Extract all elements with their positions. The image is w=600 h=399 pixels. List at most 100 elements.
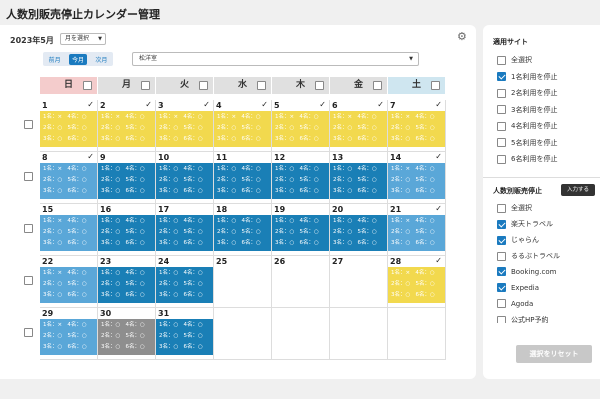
option-item[interactable]: 1名利用を停止 — [497, 72, 557, 82]
day-number: 7 — [390, 101, 396, 110]
day-number: 27 — [332, 257, 344, 266]
option-label: 3名利用を停止 — [511, 105, 558, 114]
checkbox[interactable] — [497, 138, 506, 147]
checkbox[interactable] — [497, 315, 506, 323]
day-cell[interactable]: 11 1名：○ 4名：○ 2名：○ 5名：○ 3名：○ 6名：○ — [214, 152, 272, 204]
occupancy-status: 1名：× 4名：○ 2名：○ 5名：○ 3名：○ 6名：○ — [98, 111, 155, 147]
day-cell[interactable]: 9 1名：○ 4名：○ 2名：○ 5名：○ 3名：○ 6名：○ — [98, 152, 156, 204]
checkbox[interactable] — [497, 154, 506, 164]
option-item[interactable]: 楽天トラベル — [497, 219, 553, 229]
gear-icon[interactable]: ⚙ — [457, 30, 467, 43]
week-row-checkbox[interactable] — [24, 224, 33, 233]
day-cell[interactable]: 15 1名：× 4名：○ 2名：○ 5名：○ 3名：○ 6名：○ — [40, 204, 98, 256]
occupancy-status: 1名：○ 4名：○ 2名：○ 5名：○ 3名：○ 6名：○ — [330, 215, 387, 251]
day-cell[interactable]: 1 ✓ 1名：× 4名：○ 2名：○ 5名：○ 3名：○ 6名：○ — [40, 100, 98, 152]
option-label: 全選択 — [511, 204, 532, 212]
day-cell[interactable]: 21 ✓ 1名：× 4名：○ 2名：○ 5名：○ 3名：○ 6名：○ — [388, 204, 446, 256]
option-item[interactable]: 全選択 — [497, 55, 532, 65]
weekday-checkbox[interactable] — [315, 81, 324, 90]
option-item[interactable]: 全選択 — [497, 203, 532, 213]
day-cell[interactable]: 10 1名：○ 4名：○ 2名：○ 5名：○ 3名：○ 6名：○ — [156, 152, 214, 204]
day-cell[interactable]: 27 — [330, 256, 388, 308]
day-cell[interactable]: 8 ✓ 1名：× 4名：○ 2名：○ 5名：○ 3名：○ 6名：○ — [40, 152, 98, 204]
day-number: 19 — [274, 205, 286, 214]
day-cell[interactable]: 12 1名：○ 4名：○ 2名：○ 5名：○ 3名：○ 6名：○ — [272, 152, 330, 204]
option-item[interactable]: 6名利用を停止 — [497, 154, 557, 164]
weekday-checkbox[interactable] — [257, 81, 266, 90]
option-item[interactable]: 3名利用を停止 — [497, 105, 557, 115]
option-item[interactable]: 4名利用を停止 — [497, 121, 557, 131]
weekday-checkbox[interactable] — [83, 81, 92, 90]
option-label: 5名利用を停止 — [511, 138, 558, 147]
reset-button[interactable]: 選択をリセット — [516, 345, 592, 363]
option-item[interactable]: るるぶトラベル — [497, 251, 560, 261]
checkbox[interactable] — [497, 219, 506, 229]
day-cell[interactable]: 4 ✓ 1名：× 4名：○ 2名：○ 5名：○ 3名：○ 6名：○ — [214, 100, 272, 152]
option-item[interactable]: 2名利用を停止 — [497, 88, 557, 98]
day-cell[interactable]: 18 1名：○ 4名：○ 2名：○ 5名：○ 3名：○ 6名：○ — [214, 204, 272, 256]
day-cell[interactable]: 14 ✓ 1名：× 4名：○ 2名：○ 5名：○ 3名：○ 6名：○ — [388, 152, 446, 204]
day-cell[interactable]: 29 1名：× 4名：○ 2名：○ 5名：○ 3名：○ 6名：○ — [40, 308, 98, 360]
check-icon: ✓ — [435, 256, 442, 265]
option-item[interactable]: Agoda — [497, 299, 533, 308]
day-cell[interactable]: 3 ✓ 1名：× 4名：○ 2名：○ 5名：○ 3名：○ 6名：○ — [156, 100, 214, 152]
occupancy-status: 1名：○ 4名：○ 2名：○ 5名：○ 3名：○ 6名：○ — [272, 215, 329, 251]
checkbox[interactable] — [497, 267, 506, 276]
input-button[interactable]: 入力する — [561, 184, 595, 196]
checkbox[interactable] — [497, 121, 506, 131]
checkbox[interactable] — [497, 55, 506, 65]
day-cell[interactable]: 2 ✓ 1名：× 4名：○ 2名：○ 5名：○ 3名：○ 6名：○ — [98, 100, 156, 152]
day-cell[interactable]: 5 ✓ 1名：× 4名：○ 2名：○ 5名：○ 3名：○ 6名：○ — [272, 100, 330, 152]
occupancy-status: 1名：× 4名：○ 2名：○ 5名：○ 3名：○ 6名：○ — [388, 111, 445, 147]
weekday-checkbox[interactable] — [431, 81, 440, 90]
facility-select[interactable]: 松洋室 ▼ — [132, 52, 419, 66]
weekday-label: 火 — [179, 80, 189, 90]
empty-cell — [272, 308, 330, 360]
stop-title: 人数別販売停止 — [493, 187, 542, 195]
weekday-checkbox[interactable] — [141, 81, 150, 90]
day-cell[interactable]: 25 — [214, 256, 272, 308]
option-item[interactable]: 5名利用を停止 — [497, 138, 557, 148]
option-item[interactable]: 公式HP予約 — [497, 315, 549, 323]
checkbox[interactable] — [497, 235, 506, 245]
day-cell[interactable]: 22 1名：× 4名：○ 2名：○ 5名：○ 3名：○ 6名：○ — [40, 256, 98, 308]
week-row-checkbox[interactable] — [24, 120, 33, 129]
next-month-button[interactable]: 次月 — [92, 54, 110, 65]
current-month-button[interactable]: 今月 — [68, 53, 87, 65]
day-cell[interactable]: 28 ✓ 1名：× 4名：○ 2名：○ 5名：○ 3名：○ 6名：○ — [388, 256, 446, 308]
day-cell[interactable]: 19 1名：○ 4名：○ 2名：○ 5名：○ 3名：○ 6名：○ — [272, 204, 330, 256]
day-cell[interactable]: 6 ✓ 1名：× 4名：○ 2名：○ 5名：○ 3名：○ 6名：○ — [330, 100, 388, 152]
empty-cell — [330, 308, 388, 360]
occupancy-status: 1名：× 4名：○ 2名：○ 5名：○ 3名：○ 6名：○ — [388, 215, 445, 251]
option-item[interactable]: じゃらん — [497, 235, 539, 245]
day-cell[interactable]: 31 1名：○ 4名：○ 2名：○ 5名：○ 3名：○ 6名：○ — [156, 308, 214, 360]
weekday-checkbox[interactable] — [199, 81, 208, 90]
day-cell[interactable]: 13 1名：○ 4名：○ 2名：○ 5名：○ 3名：○ 6名：○ — [330, 152, 388, 204]
week-row-checkbox[interactable] — [24, 172, 33, 181]
day-number: 20 — [332, 205, 344, 214]
day-cell[interactable]: 17 1名：○ 4名：○ 2名：○ 5名：○ 3名：○ 6名：○ — [156, 204, 214, 256]
day-cell[interactable]: 23 1名：○ 4名：○ 2名：○ 5名：○ 3名：○ 6名：○ — [98, 256, 156, 308]
checkbox[interactable] — [497, 283, 506, 292]
day-cell[interactable]: 24 1名：○ 4名：○ 2名：○ 5名：○ 3名：○ 6名：○ — [156, 256, 214, 308]
day-cell[interactable]: 20 1名：○ 4名：○ 2名：○ 5名：○ 3名：○ 6名：○ — [330, 204, 388, 256]
week-row-checkbox[interactable] — [24, 328, 33, 337]
checkbox[interactable] — [497, 105, 506, 114]
day-cell[interactable]: 30 1名：○ 4名：○ 2名：○ 5名：○ 3名：○ 6名：○ — [98, 308, 156, 360]
occupancy-status: 1名：○ 4名：○ 2名：○ 5名：○ 3名：○ 6名：○ — [98, 163, 155, 199]
checkbox[interactable] — [497, 251, 506, 261]
option-item[interactable]: Booking.com — [497, 267, 556, 276]
day-cell[interactable]: 16 1名：○ 4名：○ 2名：○ 5名：○ 3名：○ 6名：○ — [98, 204, 156, 256]
checkbox[interactable] — [497, 203, 506, 213]
day-cell[interactable]: 26 — [272, 256, 330, 308]
day-cell[interactable]: 7 ✓ 1名：× 4名：○ 2名：○ 5名：○ 3名：○ 6名：○ — [388, 100, 446, 152]
checkbox[interactable] — [497, 299, 506, 308]
checkbox[interactable] — [497, 72, 506, 81]
prev-month-button[interactable]: 前月 — [46, 54, 64, 65]
stop-site-list[interactable]: 全選択楽天トラベル じゃらんるるぶトラベル Booking.com Expedia Ag… — [483, 201, 600, 323]
option-item[interactable]: Expedia — [497, 283, 539, 292]
checkbox[interactable] — [497, 88, 506, 98]
week-row-checkbox[interactable] — [24, 276, 33, 285]
weekday-checkbox[interactable] — [373, 81, 382, 90]
month-select[interactable]: 月を選択 ▼ — [60, 33, 106, 45]
